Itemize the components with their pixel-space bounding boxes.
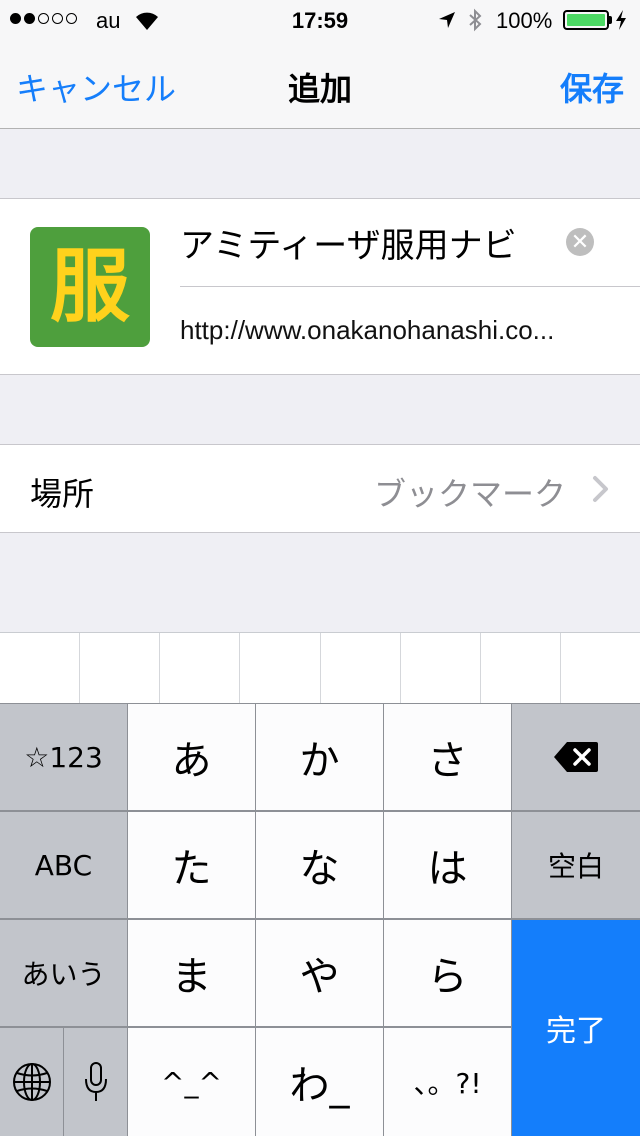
- key-label: な: [299, 846, 340, 892]
- location-row[interactable]: 場所 ブックマーク: [0, 444, 640, 533]
- key-label: 、。?!: [413, 1067, 482, 1100]
- key-label: ら: [427, 954, 468, 1000]
- battery-percent: 100%: [496, 8, 553, 33]
- candidate-slot[interactable]: [401, 633, 481, 704]
- battery-tip: [609, 16, 612, 24]
- key-label: 空白: [547, 850, 604, 883]
- candidate-slot[interactable]: [160, 633, 241, 704]
- battery-icon: [563, 10, 609, 30]
- key-label: あいう: [21, 958, 106, 991]
- key-label: ^_^: [161, 1065, 222, 1099]
- key-label: 完了: [546, 1014, 606, 1049]
- bluetooth-icon: [469, 8, 482, 32]
- abc-key[interactable]: ABC: [0, 812, 127, 918]
- candidate-slot[interactable]: [561, 633, 640, 704]
- key-label: ABC: [34, 848, 93, 882]
- clear-icon[interactable]: ✕: [566, 228, 594, 256]
- key-ha[interactable]: は: [384, 812, 511, 918]
- candidate-slot[interactable]: [0, 633, 81, 704]
- field-divider: [180, 286, 640, 287]
- backspace-icon: [554, 742, 598, 772]
- key-ma[interactable]: ま: [128, 920, 255, 1026]
- key-ya[interactable]: や: [256, 920, 383, 1026]
- favicon-char: 服: [50, 240, 130, 333]
- candidate-slot[interactable]: [240, 633, 321, 704]
- save-button[interactable]: 保存: [560, 64, 624, 110]
- globe-icon: [12, 1063, 51, 1101]
- candidate-slot[interactable]: [80, 633, 161, 704]
- key-wa[interactable]: わ_: [256, 1028, 383, 1136]
- key-ta[interactable]: た: [128, 812, 255, 918]
- chevron-right-icon: [593, 476, 608, 502]
- key-label: わ_: [289, 1063, 350, 1109]
- key-label: か: [299, 738, 340, 784]
- key-label: さ: [427, 738, 468, 784]
- key-ra[interactable]: ら: [384, 920, 511, 1026]
- location-value: ブックマーク: [373, 476, 566, 512]
- kaomoji-key[interactable]: ^_^: [128, 1028, 255, 1136]
- punctuation-key[interactable]: 、。?!: [384, 1028, 511, 1136]
- space-key[interactable]: 空白: [512, 812, 640, 918]
- kana-keyboard: ☆123 あ か さ ABC た な は 空白 あいう ま や ら 完了 ^_^…: [0, 703, 640, 1136]
- hiragana-key[interactable]: あいう: [0, 920, 127, 1026]
- bookmark-title-input[interactable]: [180, 219, 550, 265]
- key-label: ☆123: [24, 740, 103, 774]
- globe-key[interactable]: [0, 1028, 63, 1136]
- location-label: 場所: [30, 476, 95, 512]
- backspace-key[interactable]: [512, 704, 640, 810]
- key-label: ま: [171, 954, 212, 1000]
- candidate-slot[interactable]: [481, 633, 561, 704]
- mode-switch-key[interactable]: ☆123: [0, 704, 127, 810]
- key-label: は: [427, 846, 468, 892]
- done-key[interactable]: 完了: [512, 920, 640, 1136]
- navigation-bar: キャンセル 追加 保存: [0, 40, 640, 129]
- key-label: た: [171, 846, 212, 892]
- bookmark-url: http://www.onakanohanashi.co...: [180, 315, 555, 345]
- key-label: や: [299, 954, 340, 1000]
- location-arrow-icon: [439, 12, 455, 28]
- key-sa[interactable]: さ: [384, 704, 511, 810]
- microphone-icon: [84, 1062, 107, 1101]
- key-na[interactable]: な: [256, 812, 383, 918]
- key-label: あ: [171, 738, 212, 784]
- candidate-bar: [0, 632, 640, 704]
- candidate-slot[interactable]: [321, 633, 401, 704]
- microphone-key[interactable]: [64, 1028, 127, 1136]
- site-favicon: 服: [30, 227, 150, 347]
- bookmark-details: 服 ✕ http://www.onakanohanashi.co...: [0, 198, 640, 375]
- charging-bolt-icon: [616, 10, 626, 30]
- key-a[interactable]: あ: [128, 704, 255, 810]
- cancel-button[interactable]: キャンセル: [16, 64, 176, 110]
- status-bar: au 17:59 100%: [0, 0, 640, 40]
- key-ka[interactable]: か: [256, 704, 383, 810]
